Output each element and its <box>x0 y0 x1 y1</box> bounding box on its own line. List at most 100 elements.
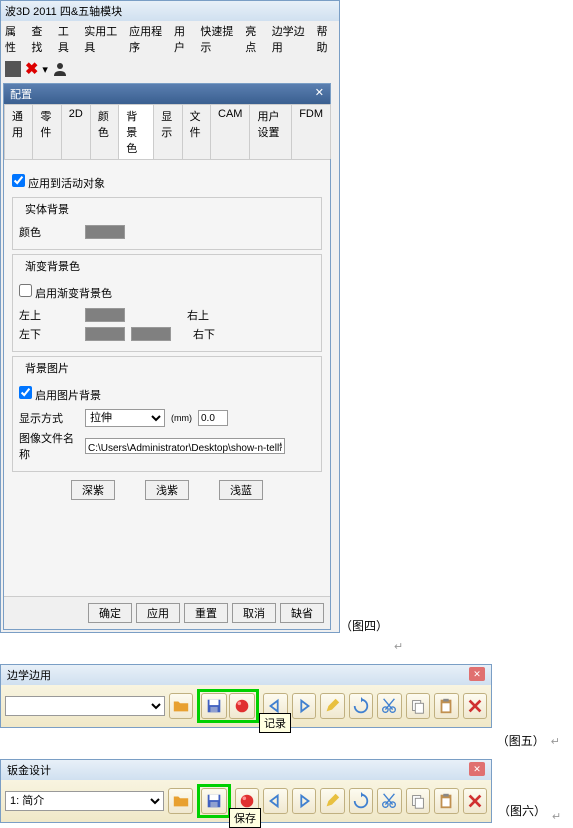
learn-toolbar-body <box>1 685 491 727</box>
menu-item[interactable]: 工具 <box>58 23 76 55</box>
main-toolbar: ✖ ▾ <box>1 57 339 81</box>
bottomleft-swatch[interactable] <box>85 327 125 341</box>
menu-item[interactable]: 快速提示 <box>200 23 237 55</box>
record-icon[interactable] <box>229 693 255 719</box>
next-icon[interactable] <box>292 788 316 814</box>
learn-title-text: 边学边用 <box>7 667 51 683</box>
learn-toolbar-window: 边学边用 ✕ 记录 <box>0 664 492 728</box>
image-bg-title: 背景图片 <box>23 360 71 376</box>
pencil-icon[interactable] <box>320 788 344 814</box>
topleft-swatch[interactable] <box>85 308 125 322</box>
display-mode-label: 显示方式 <box>19 410 79 426</box>
tool-icon[interactable] <box>5 61 21 77</box>
main-window: 波3D 2011 四&五轴模块 属性 查找 工具 实用工具 应用程序 用户 快速… <box>0 0 340 633</box>
menu-item[interactable]: 亮点 <box>245 23 263 55</box>
enable-image-label: 启用图片背景 <box>35 390 101 402</box>
tab-display[interactable]: 显示 <box>153 104 182 159</box>
tab-color[interactable]: 颜色 <box>90 104 119 159</box>
reset-button[interactable]: 重置 <box>184 603 228 623</box>
solid-color-swatch[interactable] <box>85 225 125 239</box>
bottomright-swatch[interactable] <box>131 327 171 341</box>
pencil-icon[interactable] <box>320 693 345 719</box>
rotate-icon[interactable] <box>349 693 374 719</box>
tab-cam[interactable]: CAM <box>210 104 250 159</box>
folder-icon[interactable] <box>168 788 192 814</box>
preset-light-blue[interactable]: 浅蓝 <box>219 480 263 500</box>
tab-2d[interactable]: 2D <box>61 104 91 159</box>
cut-icon[interactable] <box>377 788 401 814</box>
save-icon[interactable] <box>201 693 227 719</box>
figure4-caption: （图四） <box>340 617 388 634</box>
tab-general[interactable]: 通用 <box>4 104 33 159</box>
record-tooltip: 记录 <box>259 713 291 733</box>
menu-item[interactable]: 边学边用 <box>272 23 309 55</box>
apply-active-row: 应用到活动对象 <box>12 174 322 191</box>
topright-label: 右上 <box>187 307 209 323</box>
display-mode-select[interactable]: 拉伸 <box>85 409 165 427</box>
close-icon[interactable]: ✕ <box>315 86 324 102</box>
preset-deep-purple[interactable]: 深紫 <box>71 480 115 500</box>
next-icon[interactable] <box>292 693 317 719</box>
paste-icon[interactable] <box>434 693 459 719</box>
color-label: 颜色 <box>19 224 79 240</box>
gradient-bg-title: 渐变背景色 <box>23 258 82 274</box>
unit-label: (mm) <box>171 413 192 423</box>
cancel-button[interactable]: 取消 <box>232 603 276 623</box>
paste-icon[interactable] <box>434 788 458 814</box>
sheet-select[interactable]: 1: 简介 <box>5 791 164 811</box>
gradient-bg-group: 渐变背景色 启用渐变背景色 左上 右上 左下 右下 <box>12 254 322 352</box>
delete-icon[interactable] <box>463 693 488 719</box>
ok-button[interactable]: 确定 <box>88 603 132 623</box>
prev-icon[interactable] <box>263 788 287 814</box>
filename-input[interactable] <box>85 438 285 454</box>
window-title: 波3D 2011 四&五轴模块 <box>5 3 122 19</box>
default-button[interactable]: 缺省 <box>280 603 324 623</box>
tab-bgcolor[interactable]: 背景色 <box>118 104 154 159</box>
tab-strip: 通用 零件 2D 颜色 背景色 显示 文件 CAM 用户设置 FDM <box>4 104 330 160</box>
return-mark: ↵ <box>551 736 560 748</box>
save-icon[interactable] <box>201 788 227 814</box>
rotate-icon[interactable] <box>349 788 373 814</box>
topleft-label: 左上 <box>19 307 79 323</box>
menu-item[interactable]: 应用程序 <box>129 23 166 55</box>
tab-file[interactable]: 文件 <box>182 104 211 159</box>
tab-part[interactable]: 零件 <box>32 104 61 159</box>
enable-gradient-label: 启用渐变背景色 <box>35 288 112 300</box>
menu-item[interactable]: 查找 <box>31 23 49 55</box>
solid-bg-group: 实体背景 颜色 <box>12 197 322 250</box>
return-mark: ↵ <box>552 810 561 823</box>
close-icon[interactable]: ✖ <box>25 59 38 79</box>
menu-item[interactable]: 属性 <box>5 23 23 55</box>
close-icon[interactable]: ✕ <box>469 667 485 681</box>
preset-light-purple[interactable]: 浅紫 <box>145 480 189 500</box>
dialog-titlebar: 配置 ✕ <box>4 84 330 104</box>
highlight-box <box>197 689 259 723</box>
filename-label: 图像文件名称 <box>19 430 79 462</box>
enable-gradient-checkbox[interactable] <box>19 284 32 297</box>
copy-icon[interactable] <box>406 788 430 814</box>
menu-item[interactable]: 实用工具 <box>84 23 121 55</box>
learn-select[interactable] <box>5 696 165 716</box>
figure5-caption: （图五） <box>497 732 545 749</box>
dropdown-icon[interactable]: ▾ <box>42 63 48 76</box>
apply-button[interactable]: 应用 <box>136 603 180 623</box>
apply-active-label: 应用到活动对象 <box>28 178 105 190</box>
delete-icon[interactable] <box>463 788 487 814</box>
tab-usersettings[interactable]: 用户设置 <box>249 104 292 159</box>
unit-input[interactable] <box>198 410 228 426</box>
apply-active-checkbox[interactable] <box>12 174 25 187</box>
dialog-title-text: 配置 <box>10 86 32 102</box>
close-icon[interactable]: ✕ <box>469 762 485 776</box>
dialog-body: 应用到活动对象 实体背景 颜色 渐变背景色 启用渐变背景色 左上 <box>4 160 330 596</box>
menu-item[interactable]: 帮助 <box>317 23 335 55</box>
folder-icon[interactable] <box>169 693 194 719</box>
menubar: 属性 查找 工具 实用工具 应用程序 用户 快速提示 亮点 边学边用 帮助 <box>1 21 339 57</box>
learn-toolbar-title: 边学边用 ✕ <box>1 665 491 685</box>
tab-fdm[interactable]: FDM <box>291 104 331 159</box>
enable-image-checkbox[interactable] <box>19 386 32 399</box>
cut-icon[interactable] <box>377 693 402 719</box>
person-icon[interactable] <box>52 61 68 77</box>
image-bg-group: 背景图片 启用图片背景 显示方式 拉伸 (mm) 图像文件名称 <box>12 356 322 472</box>
menu-item[interactable]: 用户 <box>174 23 192 55</box>
copy-icon[interactable] <box>406 693 431 719</box>
